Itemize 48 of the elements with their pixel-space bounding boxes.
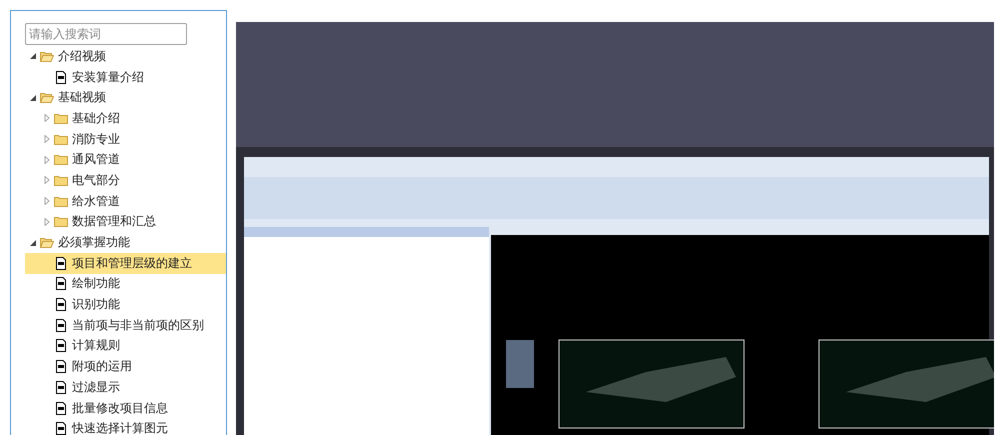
folder-icon	[54, 112, 68, 124]
tree-item[interactable]: 绘制功能	[25, 274, 226, 294]
tree-item[interactable]: 消防专业	[25, 128, 226, 150]
document-icon	[56, 402, 66, 415]
tree-item[interactable]: 附项的运用	[25, 356, 226, 377]
tree-item[interactable]: 基础介绍	[25, 108, 226, 129]
folder-icon	[54, 134, 68, 145]
expanded-arrow-icon[interactable]	[29, 94, 37, 101]
document-icon	[56, 256, 66, 270]
collapsed-arrow-icon[interactable]	[43, 197, 51, 206]
tree-item[interactable]: 项目和管理层级的建立	[25, 252, 226, 274]
document-icon	[56, 298, 66, 312]
tree-item[interactable]: 安装算量介绍	[25, 66, 226, 88]
tree-item[interactable]: 识别功能	[25, 294, 226, 315]
tree-item[interactable]: 通风管道	[25, 149, 226, 170]
collapsed-arrow-icon[interactable]	[43, 114, 51, 122]
tree-item[interactable]: 电气部分	[25, 170, 226, 191]
open-folder-icon	[40, 92, 54, 104]
tree-item[interactable]: 批量修改项目信息	[25, 398, 226, 418]
tree-item[interactable]: 过滤显示	[25, 377, 226, 398]
document-icon	[56, 277, 66, 290]
document-icon	[56, 380, 66, 394]
folder-icon	[54, 174, 68, 186]
expanded-arrow-icon[interactable]	[29, 53, 37, 60]
folder-icon	[54, 196, 68, 207]
expanded-arrow-icon[interactable]	[29, 240, 37, 246]
open-folder-icon	[40, 237, 54, 248]
tree-item[interactable]: 基础视频	[25, 87, 226, 108]
tree-item[interactable]: 当前项与非当前项的区别	[25, 314, 226, 336]
open-folder-icon	[40, 50, 54, 62]
collapsed-arrow-icon[interactable]	[43, 218, 51, 226]
tree-item[interactable]: 计算规则	[25, 336, 226, 356]
tree-item[interactable]: 必须掌握功能	[25, 232, 226, 253]
collapsed-arrow-icon[interactable]	[43, 135, 51, 144]
tree-item[interactable]: 给水管道	[25, 190, 226, 212]
document-icon	[56, 422, 66, 435]
document-icon	[56, 70, 66, 84]
tree-item[interactable]: 数据管理和汇总	[25, 212, 226, 232]
document-icon	[56, 360, 66, 374]
folder-icon	[54, 216, 68, 228]
tree-item[interactable]: 快速选择计算图元	[25, 418, 226, 435]
folder-icon	[54, 154, 68, 166]
tree-item[interactable]: 介绍视频	[25, 46, 226, 67]
search-field[interactable]: 请输入搜索词	[25, 23, 187, 45]
collapsed-arrow-icon[interactable]	[43, 176, 51, 184]
document-icon	[56, 318, 66, 332]
document-icon	[56, 339, 66, 352]
collapsed-arrow-icon[interactable]	[43, 156, 51, 164]
